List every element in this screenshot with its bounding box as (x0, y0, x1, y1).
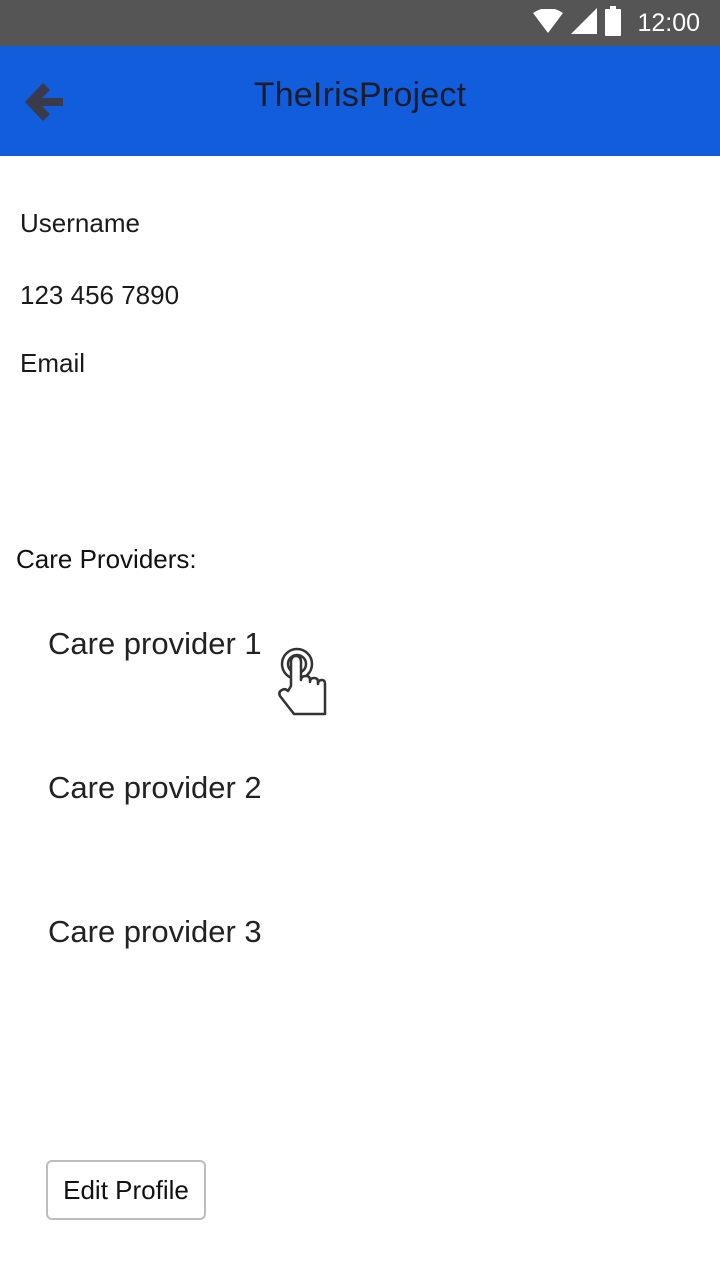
signal-icon (571, 7, 598, 39)
care-providers-label: Care Providers: (16, 544, 197, 574)
care-provider-item-3[interactable]: Care provider 3 (48, 914, 262, 950)
wifi-icon (533, 7, 564, 38)
care-provider-item-1[interactable]: Care provider 1 (48, 626, 262, 662)
status-time: 12:00 (637, 8, 700, 37)
edit-profile-button[interactable]: Edit Profile (46, 1160, 206, 1220)
care-provider-item-2[interactable]: Care provider 2 (48, 770, 262, 806)
app-title: TheIrisProject (253, 76, 467, 114)
email-text: Email (20, 348, 86, 378)
pointer-hand-icon (272, 644, 330, 718)
status-icons: 12:00 (533, 0, 700, 46)
status-bar: 12:00 (0, 0, 720, 46)
phone-text: 123 456 7890 (20, 280, 180, 310)
app-bar: TheIrisProject (0, 46, 720, 156)
battery-icon (605, 5, 622, 41)
username-text: Username (20, 208, 140, 238)
